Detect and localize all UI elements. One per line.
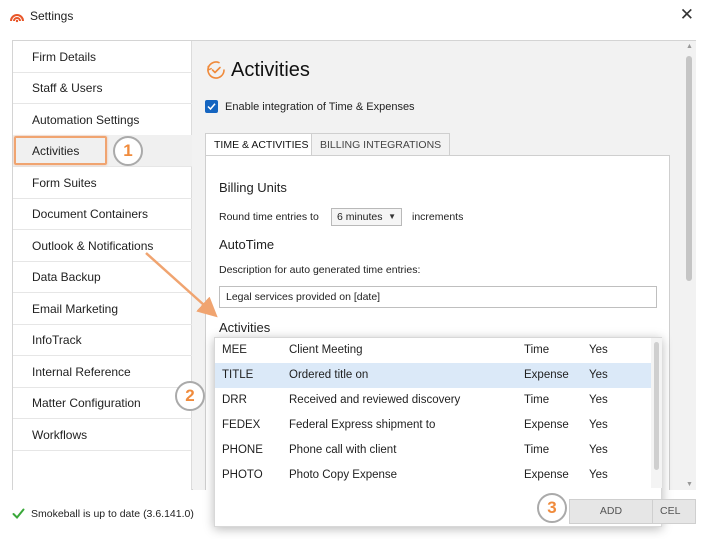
page-title: Activities [205, 55, 310, 85]
sidebar-item-matter-configuration[interactable]: Matter Configuration [13, 387, 192, 419]
activity-type: Time [524, 444, 550, 456]
checkmark-icon [207, 103, 216, 111]
activities-list-scrollbar[interactable] [651, 338, 662, 488]
sidebar-item-workflows[interactable]: Workflows [13, 419, 192, 451]
activity-billable: Yes [589, 469, 608, 481]
page-title-text: Activities [231, 58, 310, 81]
autotime-description-label: Description for auto generated time entr… [219, 264, 421, 276]
sidebar-item-firm-details[interactable]: Firm Details [13, 41, 192, 73]
close-icon[interactable]: ✕ [680, 5, 694, 25]
activity-code: TITLE [222, 369, 254, 381]
activity-billable: Yes [589, 344, 608, 356]
sidebar-item-staff-users[interactable]: Staff & Users [13, 72, 192, 104]
tab-time-activities[interactable]: TIME & ACTIVITIES [205, 133, 318, 156]
activity-row[interactable]: DRR Received and reviewed discovery Time… [215, 388, 651, 413]
activity-code: PHOTO [222, 469, 263, 481]
tab-billing-integrations[interactable]: BILLING INTEGRATIONS [311, 133, 451, 156]
activity-type: Expense [524, 469, 569, 481]
add-activity-button[interactable]: ADD [569, 499, 653, 524]
update-status: Smokeball is up to date (3.6.141.0) [12, 507, 194, 520]
activity-description: Phone call with client [289, 444, 397, 456]
activity-description: Client Meeting [289, 344, 363, 356]
activity-type: Expense [524, 419, 569, 431]
activity-type: Time [524, 394, 550, 406]
activity-row[interactable]: PHONE Phone call with client Time Yes [215, 438, 651, 463]
activity-type: Expense [524, 369, 569, 381]
round-time-label: Round time entries to [219, 211, 319, 223]
activity-code: DRR [222, 394, 247, 406]
activity-billable: Yes [589, 419, 608, 431]
activity-type: Time [524, 344, 550, 356]
activity-code: MEE [222, 344, 247, 356]
annotation-badge-1: 1 [113, 136, 143, 166]
activity-description: Ordered title on [289, 369, 369, 381]
enable-integration-label: Enable integration of Time & Expenses [225, 100, 415, 113]
settings-sidebar: Firm Details Staff & Users Automation Se… [13, 41, 192, 490]
title-bar: Settings ✕ [0, 0, 704, 34]
smokeball-logo-icon [10, 14, 24, 23]
annotation-highlight-activities [14, 136, 107, 165]
sidebar-item-internal-reference[interactable]: Internal Reference [13, 356, 192, 388]
activity-code: FEDEX [222, 419, 261, 431]
autotime-title: AutoTime [219, 237, 275, 252]
activities-list-scrollbar-thumb[interactable] [654, 342, 659, 470]
update-status-text: Smokeball is up to date (3.6.141.0) [31, 507, 194, 520]
sidebar-item-automation-settings[interactable]: Automation Settings [13, 104, 192, 136]
scrollbar-thumb[interactable] [686, 56, 692, 281]
activity-description: Federal Express shipment to [289, 419, 436, 431]
activity-description: Received and reviewed discovery [289, 394, 461, 406]
activity-row[interactable]: PHOTO Photo Copy Expense Expense Yes [215, 463, 651, 488]
activity-row-selected[interactable]: TITLE Ordered title on Expense Yes [215, 363, 651, 388]
window-title: Settings [30, 9, 74, 23]
activity-code: PHONE [222, 444, 263, 456]
annotation-badge-2: 2 [175, 381, 205, 411]
annotation-badge-3: 3 [537, 493, 567, 523]
activities-list-popup: MEE Client Meeting Time Yes TITLE Ordere… [214, 337, 662, 527]
sidebar-empty-area [13, 450, 192, 490]
sidebar-item-outlook-notifications[interactable]: Outlook & Notifications [13, 230, 192, 262]
increments-label: increments [412, 211, 464, 223]
activity-row[interactable]: MEE Client Meeting Time Yes [215, 338, 651, 363]
sidebar-item-infotrack[interactable]: InfoTrack [13, 324, 192, 356]
scroll-up-icon[interactable]: ▲ [686, 43, 693, 50]
enable-integration-checkbox[interactable] [205, 100, 218, 113]
checkmark-icon [12, 508, 25, 519]
billing-units-dropdown-value: 6 minutes [337, 211, 383, 223]
sidebar-item-email-marketing[interactable]: Email Marketing [13, 293, 192, 325]
cancel-button[interactable]: CEL [652, 499, 696, 524]
enable-integration-row[interactable]: Enable integration of Time & Expenses [205, 100, 415, 113]
activity-billable: Yes [589, 394, 608, 406]
activity-billable: Yes [589, 369, 608, 381]
activities-section-title: Activities [219, 320, 271, 335]
activity-description: Photo Copy Expense [289, 469, 398, 481]
sidebar-item-data-backup[interactable]: Data Backup [13, 261, 192, 293]
activity-billable: Yes [589, 444, 608, 456]
sidebar-item-document-containers[interactable]: Document Containers [13, 198, 192, 230]
activity-row[interactable]: FEDEX Federal Express shipment to Expens… [215, 413, 651, 438]
main-scrollbar[interactable]: ▲ ▼ [683, 41, 696, 490]
autotime-description-input[interactable]: Legal services provided on [date] [219, 286, 657, 308]
sidebar-item-form-suites[interactable]: Form Suites [13, 167, 192, 199]
chevron-down-icon: ▼ [388, 212, 396, 221]
billing-units-title: Billing Units [219, 180, 287, 195]
scroll-down-icon[interactable]: ▼ [686, 481, 693, 488]
billing-units-dropdown[interactable]: 6 minutes ▼ [331, 208, 402, 226]
activities-check-icon [207, 61, 225, 79]
